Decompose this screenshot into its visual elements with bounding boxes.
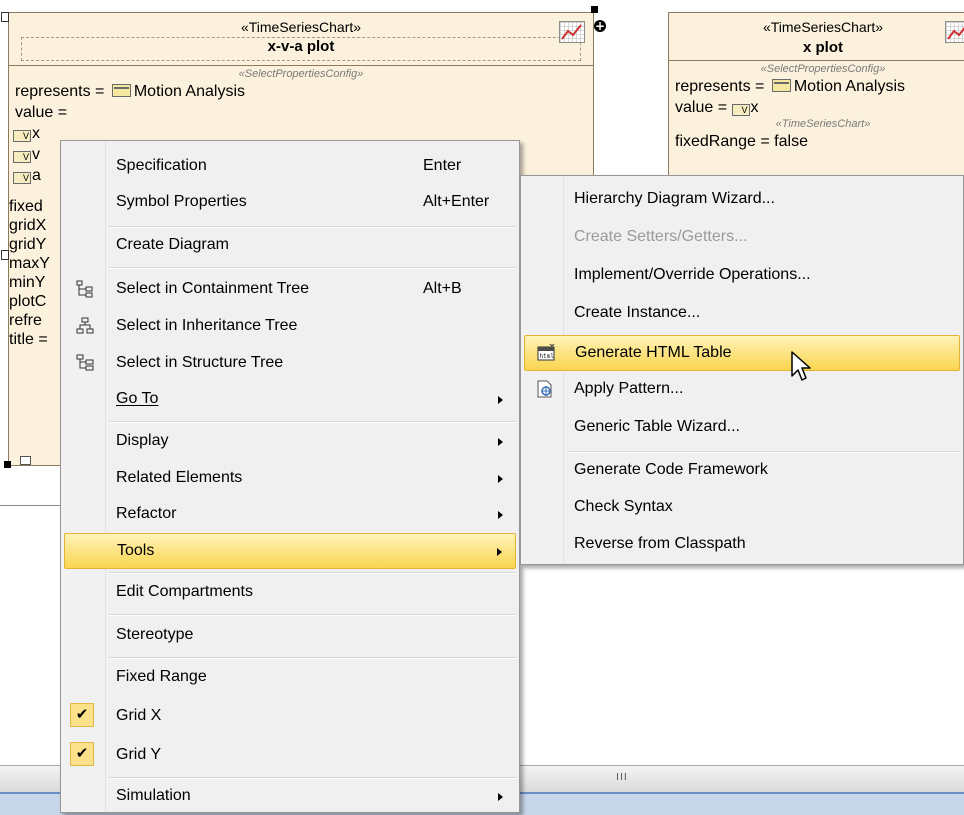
checkmark-icon: ✔ — [70, 742, 94, 766]
collapse-handle[interactable] — [20, 456, 31, 465]
containment-tree-icon — [76, 280, 94, 298]
menu-item-symbol-properties[interactable]: Symbol Properties Alt+Enter — [64, 185, 516, 221]
submenu-item-hierarchy-diagram-wizard[interactable]: Hierarchy Diagram Wizard... — [524, 182, 960, 218]
submenu-arrow-icon — [498, 475, 503, 483]
menu-item-tools[interactable]: Tools — [64, 533, 516, 569]
menu-item-stereotype[interactable]: Stereotype — [64, 618, 516, 654]
pattern-icon — [536, 380, 554, 398]
submenu-item-check-syntax[interactable]: Check Syntax — [524, 490, 960, 526]
submenu-arrow-icon — [497, 548, 502, 556]
menu-separator — [109, 614, 516, 616]
represents-label: represents = — [15, 83, 105, 100]
shape-stereotype: «TimeSeriesChart» — [762, 19, 884, 35]
chart-icon — [559, 21, 585, 43]
submenu-item-generic-table-wizard[interactable]: Generic Table Wizard... — [524, 410, 960, 446]
represents-property: represents = Motion Analysis — [675, 78, 906, 95]
context-menu: Specification Enter Symbol Properties Al… — [60, 140, 520, 813]
menu-item-select-containment-tree[interactable]: Select in Containment Tree Alt+B — [64, 272, 516, 308]
menu-item-select-inheritance-tree[interactable]: Select in Inheritance Tree — [64, 309, 516, 345]
checkmark-icon: ✔ — [70, 703, 94, 727]
shape-name: x-v-a plot — [267, 38, 335, 55]
shape-stereotype: «TimeSeriesChart» — [240, 19, 362, 35]
tools-submenu: Hierarchy Diagram Wizard... Create Sette… — [520, 175, 964, 565]
value-property-icon: V — [13, 172, 31, 184]
submenu-arrow-icon — [498, 396, 503, 404]
package-icon — [771, 79, 791, 92]
menu-item-fixed-range[interactable]: Fixed Range — [64, 660, 516, 696]
config-stereotype: «SelectPropertiesConfig» — [760, 63, 886, 75]
package-icon — [111, 84, 131, 97]
add-icon[interactable]: + — [594, 20, 606, 32]
mouse-pointer-icon — [791, 351, 811, 381]
scrollbar-grip[interactable]: III — [616, 772, 628, 783]
submenu-arrow-icon — [498, 511, 503, 519]
shape-name: x plot — [803, 39, 843, 56]
resize-handle[interactable] — [591, 6, 598, 13]
fixed-range-property: fixedRange = false — [675, 133, 808, 150]
submenu-item-apply-pattern[interactable]: Apply Pattern... — [524, 372, 960, 408]
submenu-item-reverse-from-classpath[interactable]: Reverse from Classpath — [524, 527, 960, 563]
menu-item-select-structure-tree[interactable]: Select in Structure Tree — [64, 346, 516, 382]
config-stereotype: «SelectPropertiesConfig» — [238, 68, 364, 80]
menu-item-display[interactable]: Display — [64, 424, 516, 460]
structure-tree-icon — [76, 354, 94, 372]
expand-handle[interactable] — [1, 250, 9, 260]
submenu-item-create-setters-getters[interactable]: Create Setters/Getters... — [524, 220, 960, 256]
value-property-icon: V — [13, 130, 31, 142]
menu-separator — [109, 572, 516, 574]
value-property: value = Vx — [675, 99, 759, 116]
expand-handle[interactable] — [1, 12, 9, 22]
menu-item-specification[interactable]: Specification Enter — [64, 149, 516, 185]
menu-separator — [109, 267, 516, 269]
value-property-icon: V — [13, 151, 31, 163]
menu-item-grid-x[interactable]: ✔ Grid X — [64, 699, 516, 735]
submenu-item-create-instance[interactable]: Create Instance... — [524, 296, 960, 332]
chart-icon — [945, 21, 964, 43]
represents-property: represents = Motion Analysis — [9, 81, 593, 102]
menu-item-create-diagram[interactable]: Create Diagram — [64, 228, 516, 264]
menu-separator — [109, 657, 516, 659]
inheritance-tree-icon — [76, 317, 94, 335]
value-label: value = — [15, 104, 68, 121]
submenu-item-generate-code-framework[interactable]: Generate Code Framework — [524, 453, 960, 489]
menu-item-go-to[interactable]: Go To — [64, 382, 516, 418]
menu-item-simulation[interactable]: Simulation — [64, 779, 516, 815]
shape-name-box[interactable]: x-v-a plot — [21, 37, 581, 61]
submenu-item-generate-html-table[interactable]: html Generate HTML Table — [524, 335, 960, 371]
submenu-item-implement-override-operations[interactable]: Implement/Override Operations... — [524, 258, 960, 294]
svg-text:html: html — [540, 353, 555, 360]
chart-stereotype: «TimeSeriesChart» — [775, 118, 871, 130]
menu-item-edit-compartments[interactable]: Edit Compartments — [64, 575, 516, 611]
value-property-icon: V — [731, 104, 750, 116]
represents-value: Motion Analysis — [133, 83, 246, 100]
submenu-arrow-icon — [498, 438, 503, 446]
value-property: value = — [9, 102, 593, 123]
diagram-border-line — [0, 505, 60, 506]
menu-item-grid-y[interactable]: ✔ Grid Y — [64, 738, 516, 774]
menu-item-refactor[interactable]: Refactor — [64, 497, 516, 533]
html-table-icon: html — [537, 343, 555, 362]
menu-separator — [109, 421, 516, 423]
menu-item-related-elements[interactable]: Related Elements — [64, 461, 516, 497]
resize-handle[interactable] — [4, 461, 11, 468]
submenu-arrow-icon — [498, 793, 503, 801]
